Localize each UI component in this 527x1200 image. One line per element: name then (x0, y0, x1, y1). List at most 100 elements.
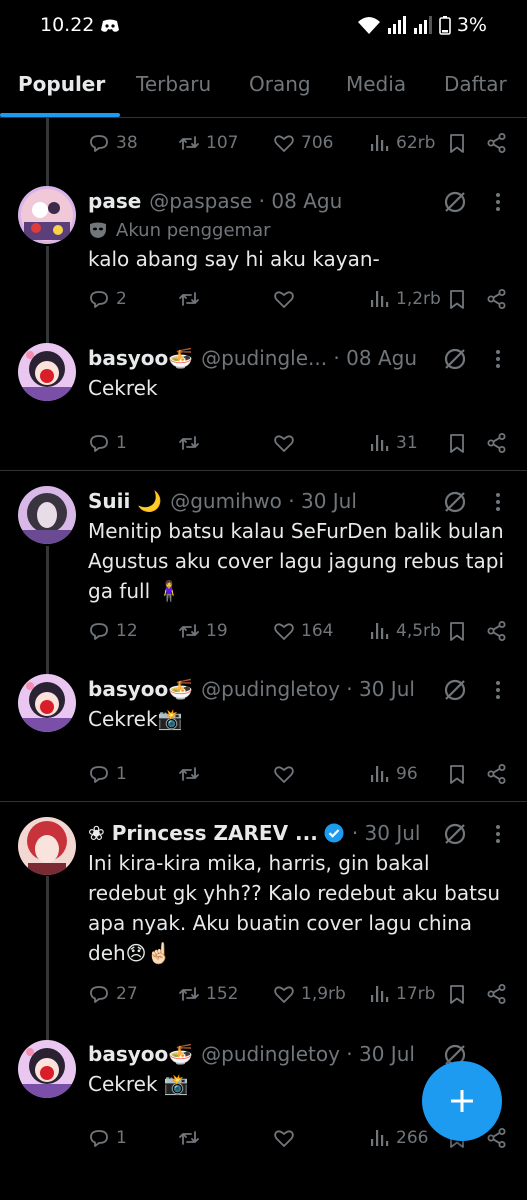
bookmark-button[interactable] (446, 428, 468, 458)
grok-icon[interactable] (442, 489, 468, 515)
tab-orang[interactable]: Orang (249, 72, 311, 96)
reply-count: 27 (116, 984, 138, 1004)
avatar[interactable] (18, 674, 76, 732)
more-icon[interactable] (490, 347, 506, 371)
share-button[interactable] (486, 428, 508, 458)
author-name[interactable]: basyoo🍜 (88, 677, 193, 701)
tweet-actions: 38 107 706 62rb (88, 128, 513, 158)
retweet-icon (178, 288, 200, 310)
like-button[interactable] (273, 759, 301, 789)
views-button[interactable]: 31 (368, 428, 418, 458)
bookmark-button[interactable] (446, 128, 468, 158)
tweet-divider (0, 470, 527, 471)
share-button[interactable] (486, 128, 508, 158)
views-button[interactable]: 17rb (368, 979, 435, 1009)
tab-terbaru[interactable]: Terbaru (136, 72, 211, 96)
bookmark-button[interactable] (446, 979, 468, 1009)
retweet-button[interactable]: 152 (178, 979, 238, 1009)
like-button[interactable] (273, 284, 301, 314)
avatar[interactable] (18, 1040, 76, 1098)
compose-button[interactable] (422, 1061, 502, 1141)
avatar[interactable] (18, 343, 76, 401)
retweet-button[interactable]: 107 (178, 128, 238, 158)
reply-count: 1 (116, 1128, 127, 1148)
retweet-icon (178, 132, 200, 154)
share-button[interactable] (486, 759, 508, 789)
view-count: 96 (396, 764, 418, 784)
bookmark-button[interactable] (446, 616, 468, 646)
tweet-text: kalo abang say hi aku kayan- (88, 247, 380, 271)
more-icon[interactable] (490, 190, 506, 214)
author-name[interactable]: basyoo🍜 (88, 1042, 193, 1066)
reply-button[interactable]: 38 (88, 128, 138, 158)
reply-count: 12 (116, 621, 138, 641)
share-button[interactable] (486, 979, 508, 1009)
grok-icon[interactable] (442, 821, 468, 847)
share-button[interactable] (486, 284, 508, 314)
like-count: 1,9rb (301, 984, 346, 1004)
status-time: 10.22 (40, 14, 95, 36)
views-icon (368, 1127, 390, 1149)
tab-populer[interactable]: Populer (18, 72, 105, 96)
retweet-button[interactable] (178, 428, 206, 458)
author-name[interactable]: basyoo🍜 (88, 346, 193, 370)
retweet-button[interactable]: 19 (178, 616, 228, 646)
like-button[interactable] (273, 1123, 301, 1153)
author-name[interactable]: Suii 🌙 (88, 489, 162, 513)
reply-button[interactable]: 2 (88, 284, 127, 314)
grok-icon[interactable] (442, 189, 468, 215)
wifi-icon (357, 17, 380, 34)
retweet-button[interactable] (178, 1123, 206, 1153)
views-button[interactable]: 62rb (368, 128, 435, 158)
views-icon (368, 288, 390, 310)
views-icon (368, 983, 390, 1005)
like-button[interactable]: 164 (273, 616, 333, 646)
bookmark-icon (446, 983, 468, 1005)
reply-button[interactable]: 1 (88, 1123, 127, 1153)
reply-button[interactable]: 1 (88, 428, 127, 458)
grok-icon[interactable] (442, 677, 468, 703)
reply-icon (88, 620, 110, 642)
author-handle: @pudingletoy · 30 Jul (201, 1042, 415, 1066)
battery-icon (439, 16, 451, 35)
reply-button[interactable]: 1 (88, 759, 127, 789)
tweet-actions: 1 96 (88, 759, 513, 789)
more-icon[interactable] (490, 490, 506, 514)
plus-icon (451, 1090, 473, 1112)
retweet-icon (178, 432, 200, 454)
reply-count: 2 (116, 289, 127, 309)
share-button[interactable] (486, 616, 508, 646)
author-handle: @pudingletoy · 30 Jul (201, 677, 415, 701)
tab-daftar[interactable]: Daftar (444, 72, 507, 96)
author-name[interactable]: ❀ Princess ZAREV ... (88, 821, 318, 845)
reply-button[interactable]: 12 (88, 616, 138, 646)
bookmark-button[interactable] (446, 759, 468, 789)
views-button[interactable]: 4,5rb (368, 616, 441, 646)
like-button[interactable]: 706 (273, 128, 333, 158)
avatar[interactable] (18, 817, 76, 875)
views-icon (368, 132, 390, 154)
thread-line (46, 118, 49, 188)
tab-media[interactable]: Media (346, 72, 406, 96)
discord-icon (101, 19, 119, 32)
retweet-button[interactable] (178, 759, 206, 789)
grok-icon[interactable] (442, 346, 468, 372)
bookmark-icon (446, 288, 468, 310)
views-button[interactable]: 266 (368, 1123, 428, 1153)
retweet-button[interactable] (178, 284, 206, 314)
reply-button[interactable]: 27 (88, 979, 138, 1009)
account-badge: Akun penggemar (88, 218, 271, 242)
avatar[interactable] (18, 486, 76, 544)
like-button[interactable] (273, 428, 301, 458)
like-button[interactable]: 1,9rb (273, 979, 346, 1009)
avatar[interactable] (18, 186, 76, 244)
views-button[interactable]: 1,2rb (368, 284, 441, 314)
retweet-count: 152 (206, 984, 239, 1004)
views-button[interactable]: 96 (368, 759, 418, 789)
retweet-icon (178, 763, 200, 785)
author-name[interactable]: pase (88, 189, 141, 213)
more-icon[interactable] (490, 822, 506, 846)
bookmark-button[interactable] (446, 284, 468, 314)
more-icon[interactable] (490, 678, 506, 702)
author-handle: @gumihwo · 30 Jul (170, 489, 357, 513)
